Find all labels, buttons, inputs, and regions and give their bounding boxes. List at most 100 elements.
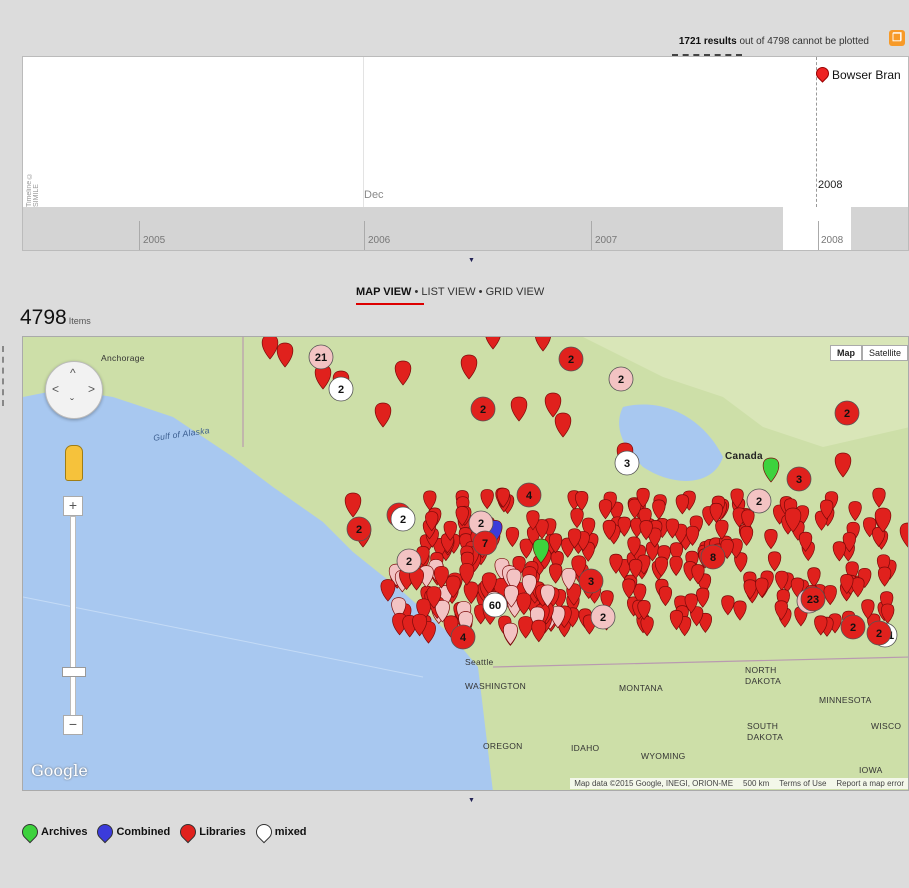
map-label-idaho: IDAHO: [571, 743, 600, 753]
item-count-value: 4798: [20, 306, 67, 329]
terms-link[interactable]: Terms of Use: [779, 779, 826, 788]
cluster-count: 2: [618, 374, 624, 386]
legend-item-archives: Archives: [18, 820, 88, 844]
cluster-count: 7: [482, 538, 488, 550]
cluster-count: 2: [600, 612, 606, 624]
zoom-slider-thumb[interactable]: [62, 667, 86, 677]
cluster-count: 60: [489, 600, 501, 612]
map-label-north-dakota-2: DAKOTA: [745, 676, 782, 686]
cluster-count: 4: [460, 632, 467, 644]
street-view-pegman-icon[interactable]: [65, 445, 83, 481]
map-data-credit: Map data ©2015 Google, INEGI, ORION-ME: [574, 779, 734, 788]
map-label-oregon: OREGON: [483, 741, 523, 751]
water-shade: [23, 596, 424, 678]
cluster-count: 2: [568, 354, 574, 366]
cluster-count: 2: [478, 518, 484, 530]
google-logo: Google: [31, 761, 88, 780]
timeline-lower-band[interactable]: 2005 2006 2007: [23, 207, 908, 250]
timeline-tick: [591, 221, 592, 250]
cluster-count: 2: [876, 628, 882, 640]
view-separator: •: [414, 286, 419, 298]
map-collapse-icon[interactable]: ▼: [468, 797, 475, 804]
map-type-control: Map Satellite: [829, 345, 908, 361]
pan-down-icon[interactable]: ˇ: [70, 396, 74, 410]
timeline-tick: [364, 221, 365, 250]
map-label-montana: MONTANA: [619, 683, 663, 693]
item-count-unit: Items: [68, 316, 91, 326]
map-label-south-dakota: SOUTH: [747, 721, 779, 731]
pan-right-icon[interactable]: >: [88, 382, 95, 396]
map-type-map-button[interactable]: Map: [829, 345, 862, 361]
map-canvas[interactable]: 2122222333242273260834231012222 Anchorag…: [22, 336, 909, 791]
legend-label: Archives: [41, 826, 88, 838]
timeline-credit: Timeline © SIMILE: [26, 171, 40, 207]
results-bar: 1721 results out of 4798 cannot be plott…: [0, 22, 909, 56]
timeline[interactable]: Bowser Bran Dec 2008 Timeline © SIMILE 2…: [22, 56, 909, 251]
cluster-count: 23: [807, 594, 819, 606]
cluster-count: 2: [480, 404, 486, 416]
cluster-count: 2: [400, 514, 406, 526]
zoom-in-button[interactable]: +: [63, 496, 83, 516]
grid-view-link[interactable]: GRID VIEW: [486, 286, 545, 298]
pan-left-icon[interactable]: <: [52, 382, 59, 396]
timeline-upper-band[interactable]: Bowser Bran Dec 2008 Timeline © SIMILE: [23, 57, 908, 207]
map-label-wisconsin: WISCO: [871, 721, 902, 731]
view-separator: •: [478, 286, 483, 298]
feed-icon[interactable]: ❐: [889, 30, 905, 46]
cluster-count: 4: [526, 490, 533, 502]
cluster-count: 2: [756, 496, 762, 508]
cluster-count: 3: [588, 576, 594, 588]
marker-icon: [176, 820, 200, 844]
map-scale: 500 km: [743, 779, 770, 788]
timeline-year: 2006: [368, 235, 391, 246]
legend-label: Libraries: [199, 826, 246, 838]
results-count[interactable]: 1721 results: [679, 36, 737, 47]
map-type-satellite-button[interactable]: Satellite: [861, 345, 908, 361]
map-label-washington: WASHINGTON: [465, 681, 527, 691]
timeline-year: 2005: [143, 235, 166, 246]
legend-label: mixed: [274, 826, 307, 838]
legend-item-libraries: Libraries: [176, 820, 246, 844]
map-label-seattle: Seattle: [465, 657, 494, 667]
results-suffix: out of 4798 cannot be plotted: [739, 36, 869, 47]
map-label-wyoming: WYOMING: [641, 751, 686, 761]
map-label-canada: Canada: [725, 451, 763, 462]
pan-control[interactable]: ^ ˇ < >: [45, 361, 103, 419]
legend: Archives Combined Libraries mixed: [18, 820, 307, 844]
timeline-year: 2008: [821, 235, 844, 246]
item-count: 4798 Items: [20, 306, 91, 330]
map-label-anchorage: Anchorage: [101, 353, 145, 363]
results-text: 1721 results out of 4798 cannot be plott…: [679, 36, 869, 47]
cluster-count: 8: [710, 552, 716, 564]
list-view-link[interactable]: LIST VIEW: [421, 286, 475, 298]
legend-item-mixed: mixed: [252, 820, 307, 844]
marker-icon: [94, 820, 117, 844]
pan-up-icon[interactable]: ^: [70, 366, 76, 380]
map-marker[interactable]: [380, 579, 396, 602]
legend-label: Combined: [116, 826, 171, 838]
cluster-count: 3: [624, 458, 630, 470]
marker-icon: [813, 64, 832, 83]
timeline-tick: [818, 221, 819, 250]
timeline-divider: [363, 57, 364, 207]
marker-icon: [252, 820, 276, 844]
map-label-minnesota: MINNESOTA: [819, 695, 872, 705]
zoom-out-button[interactable]: −: [63, 715, 83, 735]
cluster-count: 2: [844, 408, 850, 420]
map-label-iowa: IOWA: [859, 765, 883, 775]
timeline-upper-year: 2008: [818, 179, 843, 191]
map-label-north-dakota: NORTH: [745, 665, 777, 675]
timeline-event[interactable]: Bowser Bran: [813, 64, 901, 83]
zoom-slider-track[interactable]: [70, 516, 76, 716]
side-marker: [2, 346, 8, 406]
timeline-visible-window[interactable]: 2008: [783, 207, 851, 250]
legend-item-combined: Combined: [94, 820, 171, 844]
timeline-collapse-icon[interactable]: ▼: [468, 257, 475, 264]
report-link[interactable]: Report a map error: [836, 779, 904, 788]
cluster-count: 2: [338, 384, 344, 396]
map-label-south-dakota-2: DAKOTA: [747, 732, 784, 742]
map-view-link[interactable]: MAP VIEW: [356, 286, 411, 298]
cluster-count: 2: [406, 556, 412, 568]
cluster-count: 2: [356, 524, 362, 536]
map-attribution: Map data ©2015 Google, INEGI, ORION-ME 5…: [570, 778, 908, 789]
